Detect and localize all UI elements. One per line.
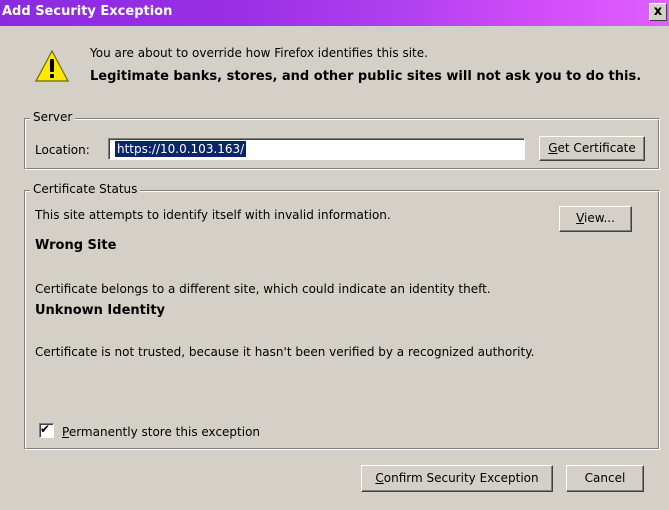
cancel-button[interactable]: Cancel bbox=[566, 465, 644, 492]
permanent-store-checkbox[interactable]: ✔ bbox=[39, 422, 54, 438]
permanent-store-label[interactable]: Permanently store this exception bbox=[62, 425, 260, 439]
add-security-exception-dialog: Add Security Exception x You are about t… bbox=[0, 0, 669, 510]
check-icon: ✔ bbox=[40, 422, 51, 436]
override-message: You are about to override how Firefox id… bbox=[90, 46, 428, 60]
title-bar[interactable]: Add Security Exception x bbox=[0, 0, 669, 26]
get-certificate-button[interactable]: Get Certificate bbox=[539, 136, 645, 161]
wrong-site-heading: Wrong Site bbox=[35, 238, 117, 253]
wrong-site-text: Certificate belongs to a different site,… bbox=[35, 282, 491, 296]
server-legend: Server bbox=[30, 110, 76, 124]
warning-icon bbox=[35, 50, 69, 82]
confirm-security-exception-button[interactable]: Confirm Security Exception bbox=[361, 465, 553, 492]
location-label: Location: bbox=[35, 143, 90, 157]
unknown-identity-heading: Unknown Identity bbox=[35, 303, 166, 318]
location-value: https://10.0.103.163/ bbox=[113, 140, 248, 158]
unknown-identity-text: Certificate is not trusted, because it h… bbox=[35, 345, 535, 359]
view-button[interactable]: View... bbox=[559, 206, 632, 232]
warning-message: Legitimate banks, stores, and other publ… bbox=[90, 69, 642, 84]
close-button[interactable]: x bbox=[649, 3, 667, 21]
location-input[interactable]: https://10.0.103.163/ bbox=[108, 138, 525, 160]
close-icon: x bbox=[653, 4, 663, 19]
certificate-status-legend: Certificate Status bbox=[30, 182, 141, 196]
dialog-title: Add Security Exception bbox=[2, 4, 173, 19]
status-intro: This site attempts to identify itself wi… bbox=[35, 208, 391, 222]
